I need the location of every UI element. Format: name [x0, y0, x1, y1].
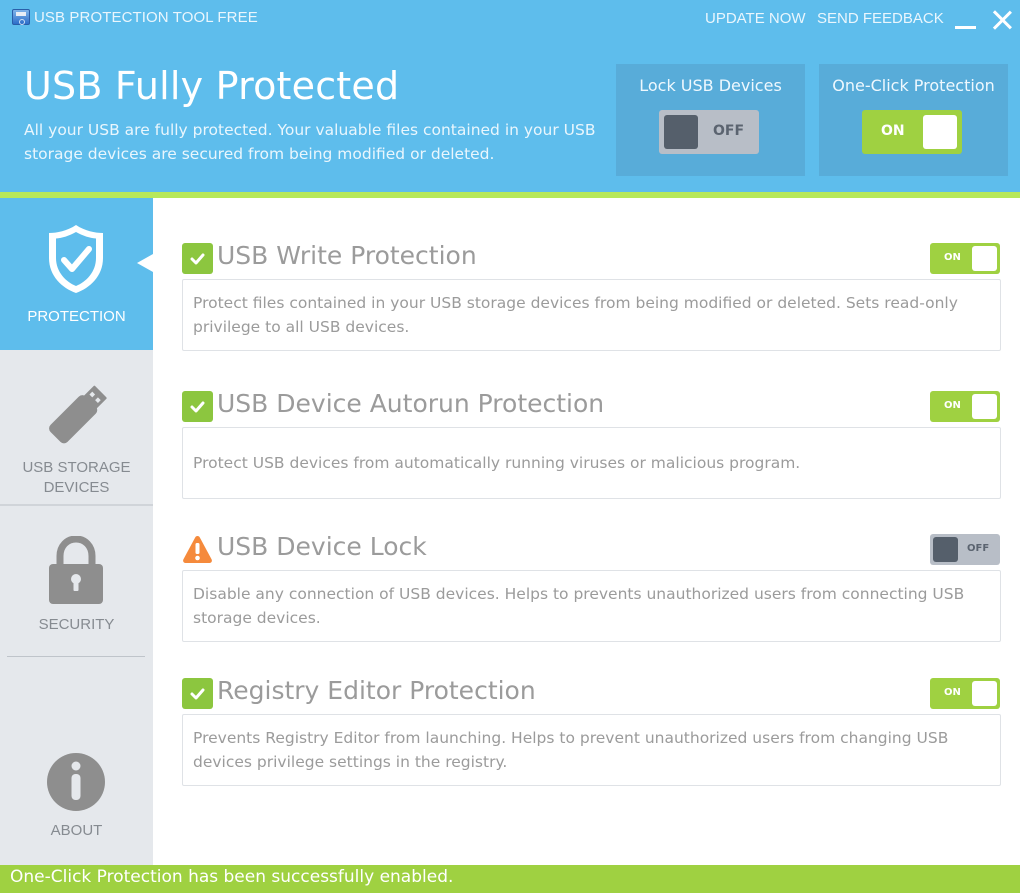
toggle-knob [972, 394, 997, 419]
minimize-icon[interactable] [955, 26, 976, 29]
section-title: USB Device Lock [217, 532, 427, 561]
one-click-protection-card: One-Click Protection ON [819, 64, 1008, 176]
close-icon[interactable] [990, 8, 1014, 32]
section-description: Protect USB devices from automatically r… [182, 427, 1001, 499]
page-description: All your USB are fully protected. Your v… [24, 121, 596, 163]
padlock-icon [49, 536, 103, 604]
sidebar-divider [7, 656, 145, 657]
section-description: Disable any connection of USB devices. H… [182, 570, 1001, 642]
app-title: USB PROTECTION TOOL FREE [34, 9, 258, 26]
section-description: Prevents Registry Editor from launching.… [182, 714, 1001, 786]
usb-device-lock-section: USB Device Lock OFF Disable any connecti… [182, 531, 1001, 642]
lock-usb-devices-label: Lock USB Devices [639, 76, 782, 95]
usb-autorun-protection-toggle[interactable]: ON [930, 391, 1000, 422]
toggle-state-label: ON [881, 123, 905, 139]
sidebar-item-label: PROTECTION [27, 308, 126, 325]
check-icon [182, 678, 213, 709]
sidebar-item-protection[interactable]: PROTECTION [0, 198, 153, 350]
section-description: Protect files contained in your USB stor… [182, 279, 1001, 351]
sidebar: PROTECTION USB STORAGE DEVICES SECURITY [0, 198, 153, 865]
send-feedback-link[interactable]: SEND FEEDBACK [817, 10, 944, 27]
toggle-knob [933, 537, 958, 562]
status-message: One-Click Protection has been successful… [10, 867, 454, 887]
app-logo-icon [12, 9, 30, 25]
one-click-protection-toggle[interactable]: ON [862, 110, 962, 154]
usb-write-protection-toggle[interactable]: ON [930, 243, 1000, 274]
sidebar-item-label: ABOUT [50, 822, 103, 839]
page-title: USB Fully Protected [24, 64, 400, 108]
header: USB PROTECTION TOOL FREE UPDATE NOW SEND… [0, 0, 1020, 192]
status-bar: One-Click Protection has been successful… [0, 865, 1020, 893]
sidebar-item-usb-storage-devices[interactable]: USB STORAGE DEVICES [0, 350, 153, 506]
registry-editor-protection-section: Registry Editor Protection ON Prevents R… [182, 675, 1001, 786]
usb-device-lock-toggle[interactable]: OFF [930, 534, 1000, 565]
sidebar-item-security[interactable]: SECURITY [0, 506, 153, 658]
sidebar-item-about[interactable]: ABOUT [0, 728, 153, 865]
usb-drive-icon [49, 385, 107, 444]
registry-editor-protection-toggle[interactable]: ON [930, 678, 1000, 709]
info-icon [47, 753, 105, 811]
check-icon [182, 243, 213, 274]
section-title: USB Device Autorun Protection [217, 389, 605, 418]
toggle-state-label: OFF [967, 543, 990, 554]
toggle-knob [664, 115, 698, 149]
usb-write-protection-section: USB Write Protection ON Protect files co… [182, 240, 1001, 351]
toggle-state-label: OFF [713, 123, 745, 139]
toggle-state-label: ON [944, 687, 961, 698]
one-click-protection-label: One-Click Protection [832, 76, 995, 95]
warning-icon [183, 536, 212, 563]
header-divider [0, 192, 1020, 198]
lock-usb-devices-toggle[interactable]: OFF [659, 110, 759, 154]
shield-check-icon [49, 225, 103, 293]
section-title: USB Write Protection [217, 241, 477, 270]
lock-usb-devices-card: Lock USB Devices OFF [616, 64, 805, 176]
sidebar-item-label: SECURITY [38, 616, 115, 633]
toggle-knob [972, 246, 997, 271]
check-icon [182, 391, 213, 422]
active-indicator-arrow [137, 254, 153, 272]
toggle-knob [923, 115, 957, 149]
section-title: Registry Editor Protection [217, 676, 536, 705]
toggle-state-label: ON [944, 252, 961, 263]
update-now-link[interactable]: UPDATE NOW [705, 10, 806, 27]
toggle-knob [972, 681, 997, 706]
toggle-state-label: ON [944, 400, 961, 411]
sidebar-item-label: USB STORAGE DEVICES [22, 459, 131, 496]
usb-autorun-protection-section: USB Device Autorun Protection ON Protect… [182, 388, 1001, 499]
